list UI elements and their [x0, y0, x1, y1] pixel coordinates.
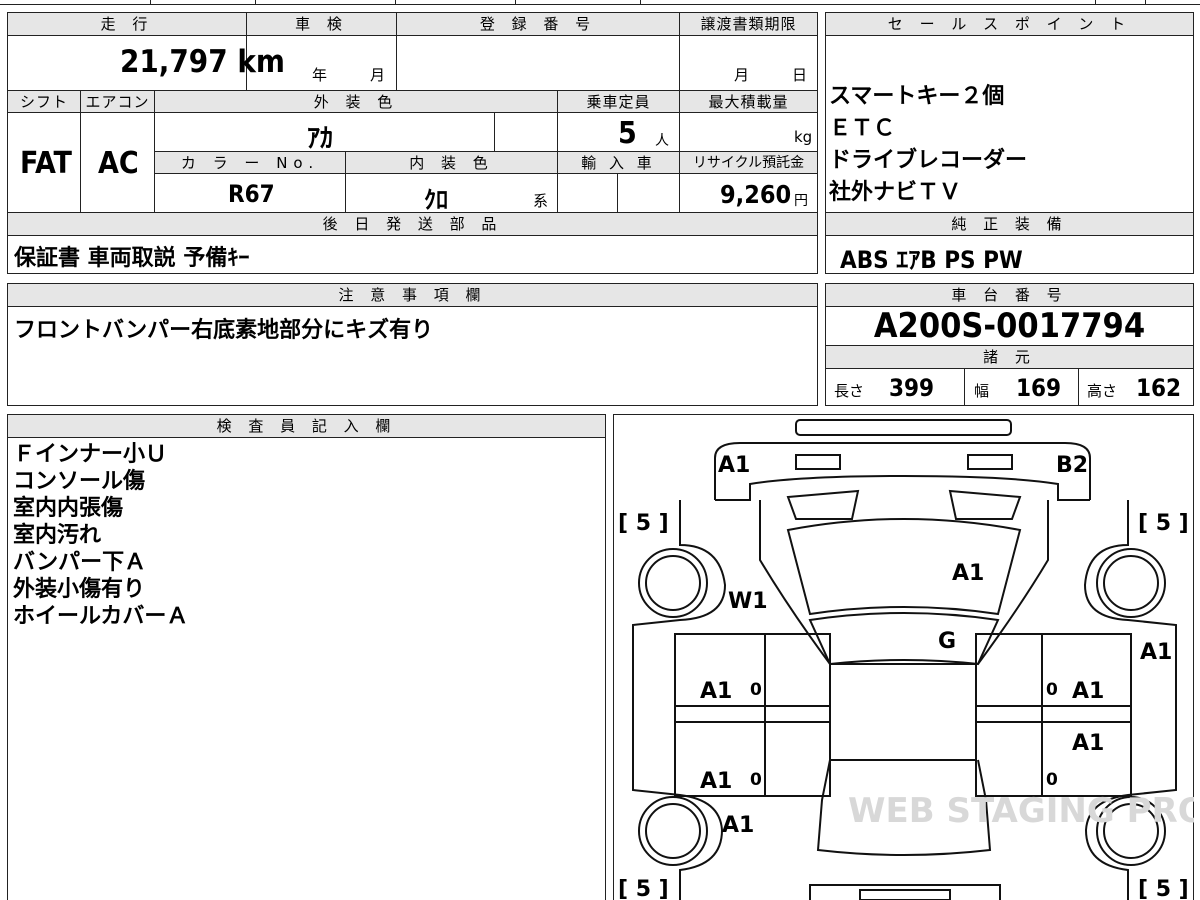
- later-parts-value: 保証書 車両取説 予備ｷｰ: [14, 246, 250, 271]
- door-handle-mark: 0: [1046, 770, 1058, 790]
- exterior-color-value: ｱｶ: [307, 124, 334, 154]
- inspector-line: コンソール傷: [13, 469, 146, 494]
- front-outline: [714, 442, 1091, 500]
- inspector-line: 外装小傷有り: [13, 577, 146, 602]
- door-handle-mark: 0: [1046, 680, 1058, 700]
- transfer-day-unit: 日: [792, 66, 808, 84]
- inspector-line: 室内汚れ: [13, 523, 102, 548]
- inspector-line: 室内内張傷: [13, 496, 124, 521]
- door-handle-mark: 0: [750, 680, 762, 700]
- inspector-line: ホイールカバーＡ: [13, 604, 189, 629]
- interior-color-value: ｸﾛ: [424, 186, 448, 214]
- front-left-tire: [638, 548, 708, 618]
- tire-fr-label: [ 5 ]: [1138, 511, 1189, 536]
- later-parts-label: 後 日 発 送 部 品: [7, 212, 818, 236]
- rear-door-right-mark: A1: [1072, 731, 1104, 756]
- genuine-equipment-value: ABS ｴｱB PS PW: [840, 246, 1023, 274]
- max-load-label: 最大積載量: [679, 90, 818, 113]
- front-left-bumper-mark: A1: [718, 453, 750, 478]
- shaken-month-unit: 月: [370, 66, 386, 84]
- shift-label: シフト: [7, 90, 81, 113]
- roof: [829, 663, 977, 761]
- max-load-unit: kg: [794, 128, 813, 146]
- front-fender-left-mark: W1: [728, 589, 768, 614]
- rear-door-left-mark: A1: [700, 769, 732, 794]
- chassis-label: 車 台 番 号: [825, 283, 1194, 307]
- specs-label: 諸 元: [825, 345, 1194, 369]
- height-value: 162: [1136, 374, 1182, 402]
- sales-point-item: 社外ナビＴＶ: [829, 180, 962, 205]
- inspector-line: Ｆインナー小Ｕ: [13, 442, 168, 467]
- sales-point-item: ＥＴＣ: [829, 116, 896, 141]
- front-door-left-mark: A1: [700, 679, 732, 704]
- front-bumper-bar: [795, 419, 1012, 436]
- door-handle-mark: 0: [750, 770, 762, 790]
- chassis-number: A200S-0017794: [873, 306, 1146, 346]
- sales-point-item: スマートキー２個: [829, 84, 1005, 109]
- import-label: 輸 入 車: [557, 151, 680, 174]
- rear-fender-left-mark: A1: [722, 813, 754, 838]
- capacity-unit: 人: [655, 133, 669, 149]
- inspector-label: 検 査 員 記 入 欄: [7, 414, 606, 438]
- capacity-value: 5: [618, 116, 637, 151]
- rear-bumper: [809, 884, 1001, 900]
- inspector-line: バンパー下Ａ: [13, 550, 147, 575]
- front-right-bumper-mark: B2: [1056, 453, 1088, 478]
- car-diagram: [ 5 ] [ 5 ] [ 5 ] [ 5 ] A1 B2 A1 G W1 A1…: [618, 419, 1194, 900]
- length-label: 長さ: [834, 382, 865, 400]
- length-value: 399: [889, 374, 935, 402]
- tire-fl-label: [ 5 ]: [618, 511, 669, 536]
- height-label: 高さ: [1087, 382, 1118, 400]
- recycle-label: リサイクル預託金: [679, 151, 818, 174]
- notes-label: 注 意 事 項 欄: [7, 283, 818, 307]
- tire-rr-label: [ 5 ]: [1138, 877, 1189, 900]
- right-headlight: [948, 489, 1022, 520]
- mileage-label: 走 行: [7, 12, 247, 36]
- recycle-amount: 9,260: [720, 180, 792, 209]
- interior-color-label: 内 装 色: [345, 151, 558, 174]
- hood-mark: A1: [952, 561, 984, 586]
- right-fog-lamp: [967, 454, 1013, 470]
- sales-point-item: ドライブレコーダー: [829, 148, 1028, 173]
- grille-line: [715, 474, 1090, 501]
- color-no-label: カ ラ ー No.: [154, 151, 346, 174]
- rear-left-tire: [638, 796, 708, 866]
- registration-label: 登 録 番 号: [396, 12, 680, 36]
- front-fender-right-mark: A1: [1140, 640, 1172, 665]
- front-door-right-mark: A1: [1072, 679, 1104, 704]
- mileage-value: 21,797 km: [120, 44, 285, 80]
- transfer-month-unit: 月: [734, 66, 750, 84]
- width-value: 169: [1016, 374, 1062, 402]
- transfer-deadline-label: 譲渡書類期限: [679, 12, 818, 36]
- exterior-color-label: 外 装 色: [154, 90, 558, 113]
- sales-points-label: セ ー ル ス ポ イ ン ト: [825, 12, 1194, 36]
- rear-plate: [859, 889, 951, 900]
- capacity-label: 乗車定員: [557, 90, 680, 113]
- interior-color-suffix: 系: [533, 192, 549, 210]
- recycle-unit: 円: [794, 193, 808, 209]
- windshield-mark: G: [938, 629, 956, 654]
- watermark: WEB STAGING PRO: [848, 791, 1194, 831]
- width-label: 幅: [974, 382, 990, 400]
- notes-value: フロントバンパー右底素地部分にキズ有り: [14, 318, 434, 343]
- genuine-equipment-label: 純 正 装 備: [825, 212, 1194, 236]
- shift-value: FAT: [20, 146, 72, 181]
- ac-value: AC: [98, 146, 139, 181]
- windshield: [808, 612, 1000, 666]
- ac-label: エアコン: [80, 90, 155, 113]
- tire-rl-label: [ 5 ]: [618, 877, 669, 900]
- left-fog-lamp: [795, 454, 841, 470]
- hood: [786, 518, 1022, 616]
- shaken-year-unit: 年: [312, 66, 328, 84]
- color-no-value: R67: [228, 180, 275, 208]
- shaken-label: 車 検: [246, 12, 397, 36]
- front-right-tire: [1096, 548, 1166, 618]
- left-headlight: [786, 489, 860, 520]
